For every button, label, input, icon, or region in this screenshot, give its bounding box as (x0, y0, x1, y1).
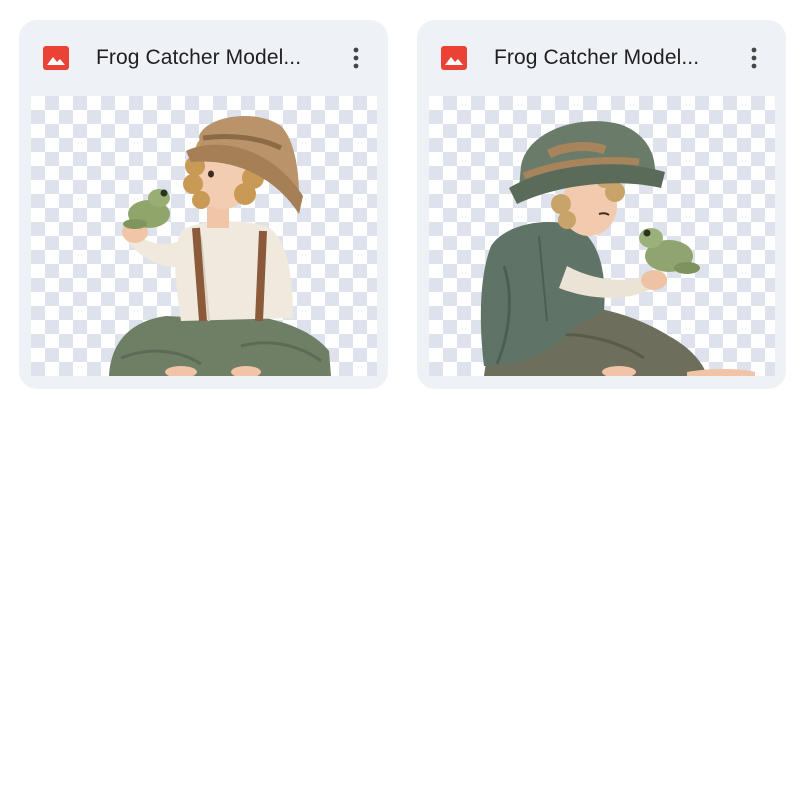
boy-with-frog-illustration (480, 121, 755, 376)
file-thumbnail[interactable] (31, 96, 377, 376)
file-thumbnail[interactable] (429, 96, 775, 376)
file-grid: Frog Catcher Model... Frog Catcher Model… (19, 20, 786, 389)
file-card-header: Frog Catcher Model... (417, 20, 786, 96)
more-vert-icon (353, 47, 359, 69)
image-file-icon (441, 46, 467, 70)
file-title[interactable]: Frog Catcher Model... (96, 44, 332, 72)
image-file-icon (43, 46, 69, 70)
more-options-button[interactable] (736, 40, 772, 76)
boy-with-frog-illustration (109, 115, 331, 376)
more-vert-icon (751, 47, 757, 69)
file-title[interactable]: Frog Catcher Model... (494, 44, 730, 72)
more-options-button[interactable] (338, 40, 374, 76)
file-card-header: Frog Catcher Model... (19, 20, 388, 96)
file-card[interactable]: Frog Catcher Model... (417, 20, 786, 389)
file-card[interactable]: Frog Catcher Model... (19, 20, 388, 389)
